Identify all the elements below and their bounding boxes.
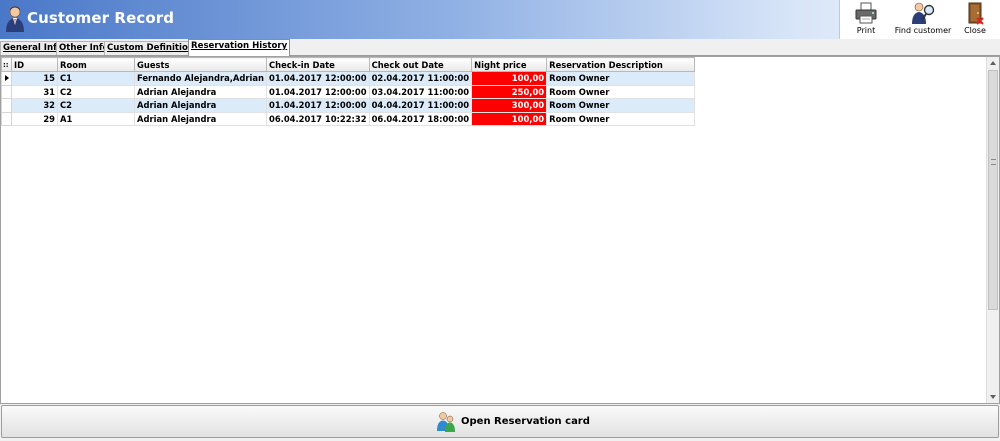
cell-id[interactable]: 15 [11, 71, 58, 86]
tab-reservation-history[interactable]: Reservation History [188, 39, 291, 56]
table-header-row: :: ID Room Guests Check-in Date Check ou… [1, 57, 696, 72]
cell-id[interactable]: 32 [11, 98, 58, 113]
grip-icon [991, 159, 996, 165]
row-indicator[interactable] [1, 84, 12, 99]
column-header-guests[interactable]: Guests [134, 57, 267, 72]
cell-description[interactable]: Room Owner [546, 71, 696, 86]
find-customer-icon [912, 2, 935, 24]
cell-guests[interactable]: Fernando Alejandra,Adrian [134, 71, 267, 86]
footer-bar: Open Reservation card [0, 404, 1000, 441]
printer-icon [855, 2, 877, 24]
column-header-id[interactable]: ID [11, 57, 58, 72]
cell-night-price[interactable]: 300,00 [471, 98, 548, 113]
cell-night-price[interactable]: 100,00 [471, 71, 548, 86]
cell-id[interactable]: 31 [11, 84, 58, 99]
cell-room[interactable]: A1 [57, 111, 135, 126]
current-row-pointer-icon [5, 75, 9, 82]
cell-checkin[interactable]: 06.04.2017 10:22:32 [266, 111, 370, 126]
window-title: Customer Record [27, 9, 175, 27]
corner-selector[interactable]: :: [1, 57, 12, 72]
table-row[interactable]: 32 C2 Adrian Alejandra 01.04.2017 12:00:… [1, 98, 696, 113]
column-header-night-price[interactable]: Night price [471, 57, 548, 72]
cell-checkin[interactable]: 01.04.2017 12:00:00 [266, 84, 370, 99]
open-reservation-card-button[interactable]: Open Reservation card [1, 405, 999, 438]
row-indicator[interactable] [1, 111, 12, 126]
cell-checkout[interactable]: 06.04.2017 18:00:00 [368, 111, 473, 126]
scroll-down-icon[interactable] [990, 395, 996, 399]
cell-checkin[interactable]: 01.04.2017 12:00:00 [266, 98, 370, 113]
cell-room[interactable]: C1 [57, 71, 135, 86]
find-customer-button[interactable]: Find customer [892, 1, 954, 38]
cell-id[interactable]: 29 [11, 111, 58, 126]
customer-icon [6, 6, 24, 32]
cell-room[interactable]: C2 [57, 98, 135, 113]
close-button[interactable]: Close [959, 1, 991, 38]
cell-checkin[interactable]: 01.04.2017 12:00:00 [266, 71, 370, 86]
close-label: Close [964, 26, 986, 35]
cell-checkout[interactable]: 04.04.2017 11:00:00 [368, 98, 473, 113]
reservation-table: :: ID Room Guests Check-in Date Check ou… [1, 57, 696, 126]
scroll-up-icon[interactable] [990, 61, 996, 65]
title-bar: Customer Record Print Find customer Clos… [0, 0, 1000, 39]
table-row[interactable]: 29 A1 Adrian Alejandra 06.04.2017 10:22:… [1, 111, 696, 126]
cell-room[interactable]: C2 [57, 84, 135, 99]
row-indicator[interactable] [1, 71, 12, 86]
column-header-checkout[interactable]: Check out Date [368, 57, 473, 72]
find-customer-label: Find customer [894, 26, 952, 35]
vertical-scrollbar[interactable] [986, 57, 999, 403]
cell-guests[interactable]: Adrian Alejandra [134, 98, 267, 113]
cell-description[interactable]: Room Owner [546, 84, 696, 99]
cell-checkout[interactable]: 02.04.2017 11:00:00 [368, 71, 473, 86]
column-header-checkin[interactable]: Check-in Date [266, 57, 370, 72]
print-label: Print [856, 26, 876, 35]
cell-description[interactable]: Room Owner [546, 111, 696, 126]
cell-night-price[interactable]: 250,00 [471, 84, 548, 99]
table-row[interactable]: 31 C2 Adrian Alejandra 01.04.2017 12:00:… [1, 84, 696, 99]
reservation-grid: :: ID Room Guests Check-in Date Check ou… [0, 56, 1000, 404]
cell-night-price[interactable]: 100,00 [471, 111, 548, 126]
column-header-room[interactable]: Room [57, 57, 135, 72]
cell-guests[interactable]: Adrian Alejandra [134, 111, 267, 126]
cell-description[interactable]: Room Owner [546, 98, 696, 113]
print-button[interactable]: Print [850, 1, 882, 38]
row-indicator[interactable] [1, 98, 12, 113]
close-door-icon [968, 2, 984, 25]
open-reservation-card-label: Open Reservation card [461, 416, 590, 427]
toolbar: Print Find customer Close [839, 0, 1000, 39]
cell-checkout[interactable]: 03.04.2017 11:00:00 [368, 84, 473, 99]
tab-bar: General Info Other Info Custom Definitio… [0, 39, 1000, 56]
reservation-people-icon [437, 412, 455, 432]
table-row[interactable]: 15 C1 Fernando Alejandra,Adrian 01.04.20… [1, 71, 696, 86]
column-header-description[interactable]: Reservation Description [546, 57, 696, 72]
cell-guests[interactable]: Adrian Alejandra [134, 84, 267, 99]
scrollbar-thumb[interactable] [988, 70, 998, 310]
